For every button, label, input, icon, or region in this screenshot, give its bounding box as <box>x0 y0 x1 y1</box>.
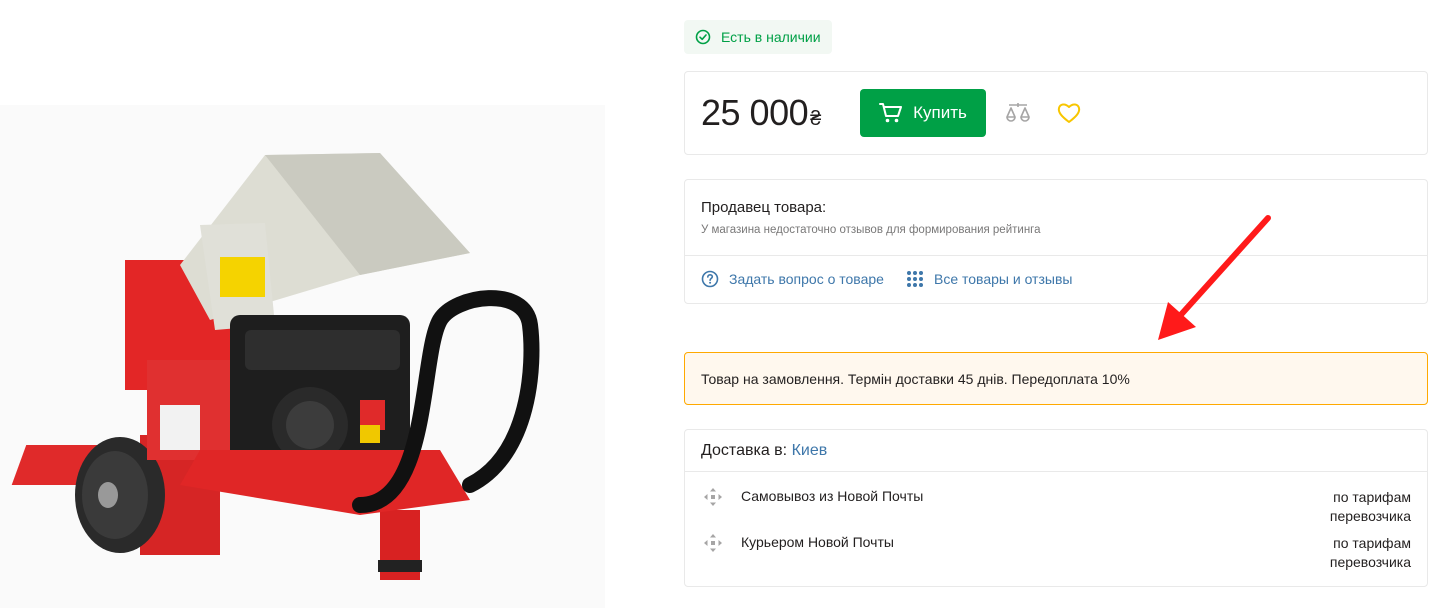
delivery-prefix: Доставка в: <box>701 442 788 459</box>
stock-status-label: Есть в наличии <box>721 29 821 45</box>
question-circle-icon <box>701 270 719 288</box>
ask-question-label: Задать вопрос о товаре <box>729 271 884 287</box>
delivery-card: Доставка в: Киев Самовывоз из Новой Почт… <box>684 429 1428 587</box>
buy-button-label: Купить <box>913 103 967 122</box>
scales-icon[interactable] <box>1005 101 1031 127</box>
move-icon <box>704 534 722 552</box>
heart-icon[interactable] <box>1057 102 1081 124</box>
seller-title: Продавец товара: <box>701 199 827 216</box>
seller-card: Продавец товара: У магазина недостаточно… <box>684 179 1428 304</box>
delivery-option: Самовывоз из Новой Почты по тарифам пере… <box>701 487 1411 527</box>
price-card: 25 000 ₴ Купить <box>684 71 1428 155</box>
check-circle-icon <box>695 29 711 45</box>
all-products-link[interactable]: Все товары и отзывы <box>906 270 1072 288</box>
delivery-option-name: Самовывоз из Новой Почты <box>741 488 924 504</box>
divider <box>685 471 1427 472</box>
preorder-notice: Товар на замовлення. Термін доставки 45 … <box>684 352 1428 405</box>
ask-question-link[interactable]: Задать вопрос о товаре <box>701 270 884 288</box>
buy-button[interactable]: Купить <box>860 89 986 137</box>
delivery-city-link[interactable]: Киев <box>792 442 828 459</box>
delivery-option-name: Курьером Новой Почты <box>741 534 894 550</box>
stock-status-badge: Есть в наличии <box>684 20 832 54</box>
divider <box>685 255 1427 256</box>
delivery-option: Курьером Новой Почты по тарифам перевозч… <box>701 533 1411 573</box>
move-icon <box>704 488 722 506</box>
product-image[interactable] <box>0 105 605 608</box>
price-amount: 25 000 <box>701 92 809 133</box>
grid-dots-icon <box>907 271 923 287</box>
all-products-label: Все товары и отзывы <box>934 271 1073 287</box>
delivery-heading: Доставка в: Киев <box>701 442 827 460</box>
seller-rating-note: У магазина недостаточно отзывов для форм… <box>701 224 1041 236</box>
preorder-notice-text: Товар на замовлення. Термін доставки 45 … <box>701 370 1130 387</box>
delivery-option-price: по тарифам перевозчика <box>1329 489 1411 524</box>
price-currency: ₴ <box>810 108 821 130</box>
annotation-arrow-icon <box>1158 215 1271 340</box>
delivery-option-price: по тарифам перевозчика <box>1329 535 1411 570</box>
cart-icon <box>879 103 903 123</box>
product-price: 25 000 ₴ <box>701 92 821 134</box>
